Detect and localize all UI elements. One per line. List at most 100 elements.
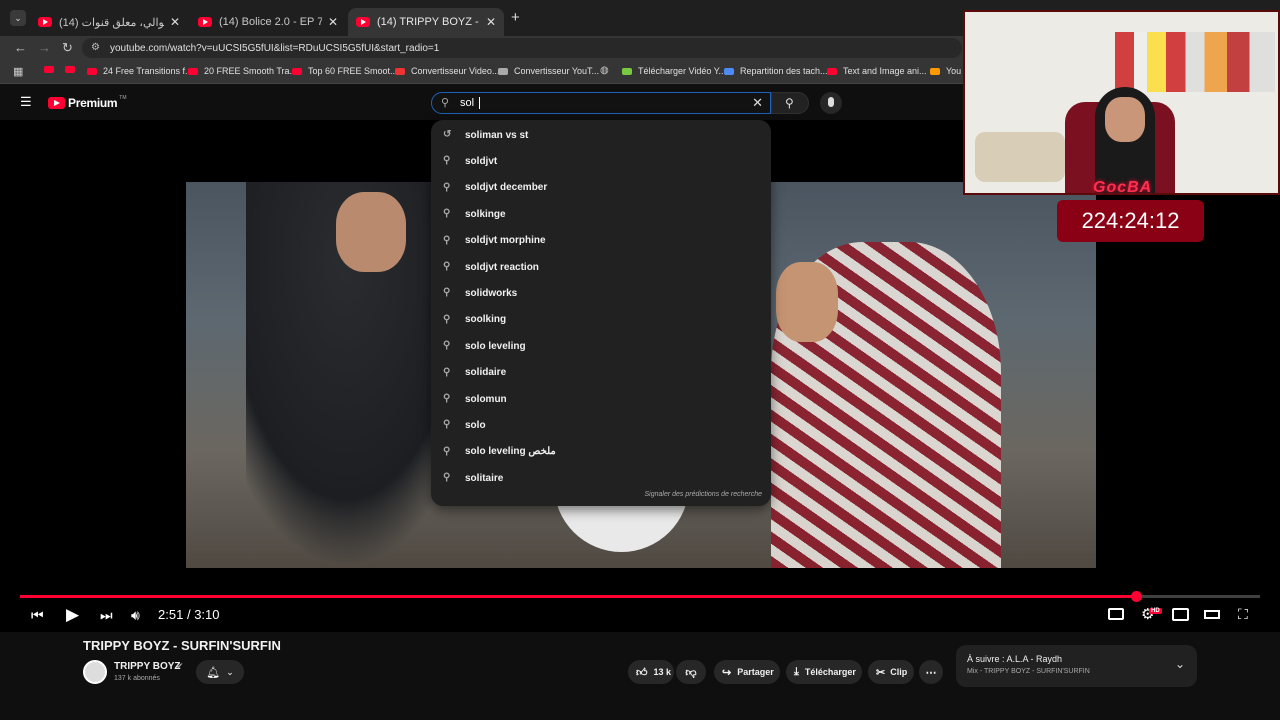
play-icon[interactable]: ▶	[66, 605, 79, 625]
suggestion-item[interactable]: ↺ soliman vs st	[431, 122, 771, 148]
suggestion-item[interactable]: ⚲ soldjvt morphine	[431, 228, 771, 254]
bookmark-label: Text and Image ani...	[843, 66, 927, 76]
suggestion-item[interactable]: ⚲ solomun	[431, 386, 771, 412]
youtube-logo[interactable]: Premium TM	[48, 95, 127, 110]
search-icon: ⚲	[443, 340, 451, 352]
theater-mode-icon[interactable]	[1204, 610, 1220, 619]
search-input[interactable]: ⚲ sol ✕	[431, 92, 771, 114]
suggestion-label: solidworks	[465, 287, 518, 299]
close-tab-icon[interactable]: ✕	[328, 15, 338, 29]
clear-search-icon[interactable]: ✕	[752, 95, 763, 111]
suggestion-item[interactable]: ⚲ solitaire	[431, 465, 771, 491]
report-predictions-link[interactable]: Signaler des prédictions de recherche	[644, 491, 762, 498]
close-tab-icon[interactable]: ✕	[170, 15, 180, 29]
suggestion-item[interactable]: ⚲ solo leveling ملخص	[431, 439, 771, 465]
time-current: 2:51	[158, 607, 184, 622]
more-dots-icon: ⋯	[925, 666, 937, 679]
channel-name[interactable]: TRIPPY BOYZ	[114, 661, 181, 672]
suggestion-label: solo	[465, 419, 486, 431]
suggestion-item[interactable]: ⚲ soldjvt december	[431, 175, 771, 201]
suggestion-item[interactable]: ⚲ solo	[431, 412, 771, 438]
history-icon: ↺	[443, 129, 452, 140]
back-arrow-icon[interactable]: ←	[14, 40, 27, 55]
bookmark-youtube-icon[interactable]	[65, 66, 81, 73]
browser-tab[interactable]: (14) Bolice 2.0 - EP 7 - YouTube ✕	[190, 8, 346, 36]
hamburger-menu-icon[interactable]: ☰	[20, 94, 32, 110]
site-info-icon[interactable]: ⚙	[91, 42, 100, 53]
search-icon: ⚲	[443, 445, 451, 457]
tab-search-button[interactable]: ⌄	[10, 10, 26, 26]
bookmark-item[interactable]: Télécharger Vidéo Y...	[622, 66, 726, 76]
time-total: 3:10	[194, 607, 220, 622]
clip-button[interactable]: ✂ Clip	[868, 660, 914, 684]
search-icon: ⚲	[443, 287, 451, 299]
miniplayer-icon[interactable]	[1172, 608, 1189, 621]
chevron-down-icon[interactable]: ⌄	[1175, 657, 1185, 671]
youtube-favicon-icon	[356, 17, 370, 27]
notification-bell-button[interactable]: 🔔︎ ⌄	[196, 660, 244, 684]
search-icon: ⚲	[443, 472, 451, 484]
download-button[interactable]: ⤓ Télécharger	[786, 660, 862, 684]
globe-icon[interactable]: ◍	[600, 65, 609, 76]
bookmark-item[interactable]: 20 FREE Smooth Tra...	[188, 66, 297, 76]
bookmark-label: Top 60 FREE Smoot...	[308, 66, 398, 76]
search-icon: ⚲	[443, 181, 451, 193]
suggestion-label: solomun	[465, 393, 507, 405]
subtitles-icon[interactable]	[1108, 608, 1124, 620]
bookmark-item[interactable]: Top 60 FREE Smoot...	[292, 66, 398, 76]
forward-arrow-icon[interactable]: →	[38, 40, 51, 55]
like-button[interactable]: 👍︎ 13 k	[628, 660, 674, 684]
docs-favicon-icon	[724, 67, 734, 75]
progress-bar[interactable]	[20, 591, 1260, 602]
voice-search-button[interactable]	[820, 92, 842, 114]
more-actions-button[interactable]: ⋯	[919, 660, 943, 684]
suggestion-label: soldjvt morphine	[465, 235, 546, 247]
dislike-button[interactable]: 👎︎	[676, 660, 706, 684]
premium-label: Premium	[68, 96, 118, 110]
bookmark-item[interactable]: Text and Image ani...	[827, 66, 927, 76]
youtube-favicon-icon	[198, 17, 212, 27]
suggestion-item[interactable]: ⚲ solidworks	[431, 280, 771, 306]
scrubber-handle[interactable]	[1131, 591, 1142, 602]
search-input-value: sol	[460, 97, 475, 109]
channel-avatar[interactable]	[83, 660, 107, 684]
suggestion-item[interactable]: ⚲ solidaire	[431, 360, 771, 386]
suggestion-item[interactable]: ⚲ soldjvt	[431, 148, 771, 174]
suggestion-item[interactable]: ⚲ solo leveling	[431, 333, 771, 359]
volume-icon[interactable]: 🔊︎	[131, 607, 140, 624]
webcam-sofa	[975, 132, 1065, 182]
suggestion-item[interactable]: ⚲ solkinge	[431, 201, 771, 227]
reload-icon[interactable]: ↻	[62, 40, 73, 56]
bell-icon: 🔔︎	[206, 666, 221, 679]
fullscreen-icon[interactable]: ⛶	[1238, 606, 1248, 623]
bookmark-label: Convertisseur Video...	[411, 66, 500, 76]
bookmark-youtube-icon[interactable]	[44, 66, 60, 73]
trademark-label: TM	[119, 95, 127, 101]
search-icon: ⚲	[443, 366, 451, 378]
webcam-overlay	[963, 10, 1280, 195]
bookmark-item[interactable]: Convertisseur Video...	[395, 66, 499, 76]
search-icon: ⚲	[443, 313, 451, 325]
up-next-title: À suivre : A.L.A - Raydh	[967, 654, 1063, 664]
share-label: Partager	[737, 667, 774, 677]
next-icon[interactable]: ⏭	[100, 607, 113, 624]
share-button[interactable]: ↪ Partager	[714, 660, 780, 684]
suggestion-item[interactable]: ⚲ soldjvt reaction	[431, 254, 771, 280]
close-tab-icon[interactable]: ✕	[486, 15, 496, 29]
bookmark-item[interactable]: 24 Free Transitions f...	[87, 66, 193, 76]
apps-grid-icon[interactable]: ▦	[13, 65, 23, 78]
bookmark-item[interactable]: Convertisseur YouT...	[498, 66, 599, 76]
up-next-panel[interactable]: À suivre : A.L.A - Raydh Mix - TRIPPY BO…	[956, 645, 1197, 687]
bookmark-item[interactable]: Repartition des tach...	[724, 66, 828, 76]
up-next-subtitle: Mix - TRIPPY BOYZ - SURFIN'SURFIN	[967, 668, 1090, 675]
suggestion-item[interactable]: ⚲ soolking	[431, 307, 771, 333]
bookmark-item[interactable]: You	[930, 66, 961, 76]
url-field[interactable]: ⚙ youtube.com/watch?v=uUCSI5G5fUI&list=R…	[82, 38, 962, 58]
bookmark-label: Repartition des tach...	[740, 66, 828, 76]
browser-tab-active[interactable]: (14) TRIPPY BOYZ - SURFIN'SUR ✕	[348, 8, 504, 36]
search-button[interactable]: ⚲	[771, 92, 809, 114]
browser-tab[interactable]: (14) عصام الشوالي، معلق قنوات ✕	[30, 8, 188, 36]
previous-icon[interactable]: ⏮	[31, 607, 44, 624]
new-tab-icon[interactable]: +	[511, 9, 520, 26]
search-icon: ⚲	[443, 155, 451, 167]
